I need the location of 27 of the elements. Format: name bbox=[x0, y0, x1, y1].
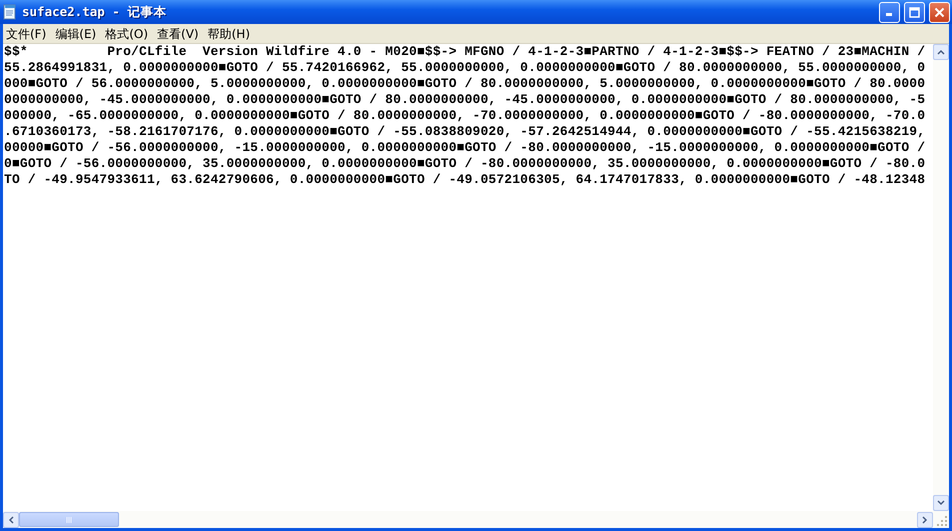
text-line: .6710360173, -58.2161707176, 0.0000000000■GOTO / -55.0838809020, -57.2642514944, 0.0000000000■GOTO / -55.4215638219, bbox=[4, 124, 926, 140]
menu-item[interactable]: 文件(F) bbox=[3, 24, 52, 42]
notepad-icon bbox=[2, 4, 18, 20]
grip-icon bbox=[66, 516, 72, 522]
text-line: 000■GOTO / 56.0000000000, 5.0000000000, 0.0000000000■GOTO / 80.0000000000, 5.0000000000, 0.0000000000■GOTO / 80.0000 bbox=[4, 76, 926, 92]
menu-item[interactable]: 查看(V) bbox=[154, 24, 205, 42]
text-line: 55.2864991831, 0.0000000000■GOTO / 55.7420166962, 55.0000000000, 0.0000000000■GOTO / 80.0000000000, 55.0000000000, 0 bbox=[4, 60, 926, 76]
scroll-thumb[interactable] bbox=[19, 512, 119, 527]
scroll-up-button[interactable] bbox=[933, 44, 949, 60]
scroll-left-button[interactable] bbox=[3, 512, 19, 528]
maximize-button[interactable] bbox=[904, 2, 925, 22]
text-line: 00000■GOTO / -56.0000000000, -15.0000000000, 0.0000000000■GOTO / -80.0000000000, -15.0000000000, 0.0000000000■GOTO / bbox=[4, 140, 926, 156]
close-button[interactable] bbox=[929, 2, 950, 22]
menu-item[interactable]: 格式(O) bbox=[102, 24, 154, 42]
scroll-down-button[interactable] bbox=[933, 495, 949, 511]
text-line: TO / -49.9547933611, 63.6242790606, 0.0000000000■GOTO / -49.0572106305, 64.1747017833, 0.0000000000■GOTO / -48.12348 bbox=[4, 172, 926, 188]
text-line: $$* Pro/CLfile Version Wildfire 4.0 - M020■$$-> MFGNO / 4-1-2-3■PARTNO / 4-1-2-3■$$-> FEATNO / 23■MACHIN / bbox=[4, 44, 926, 60]
menu-item[interactable]: 帮助(H) bbox=[204, 24, 256, 42]
text-line: 0000000000, -45.0000000000, 0.0000000000■GOTO / 80.0000000000, -45.0000000000, 0.0000000000■GOTO / 80.0000000000, -5 bbox=[4, 92, 926, 108]
scroll-right-button[interactable] bbox=[917, 512, 933, 528]
text-line: 0■GOTO / -56.0000000000, 35.0000000000, 0.0000000000■GOTO / -80.0000000000, 35.0000000000, 0.0000000000■GOTO / -80.0 bbox=[4, 156, 926, 172]
text-line: 000000, -65.0000000000, 0.0000000000■GOTO / 80.0000000000, -70.0000000000, 0.0000000000■GOTO / -80.0000000000, -70.0 bbox=[4, 108, 926, 124]
menu-item[interactable]: 编辑(E) bbox=[52, 24, 102, 42]
maximize-icon bbox=[909, 6, 920, 18]
close-icon bbox=[934, 6, 945, 18]
minimize-button[interactable] bbox=[879, 2, 900, 22]
window-title: suface2.tap - 记事本 bbox=[22, 2, 166, 21]
